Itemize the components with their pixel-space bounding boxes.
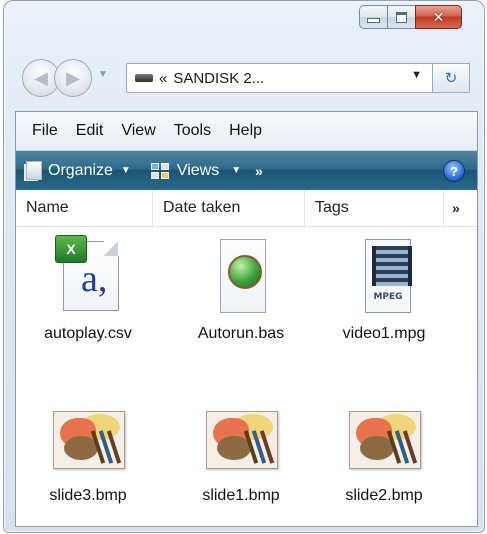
caption-buttons: ✕: [359, 5, 462, 29]
file-item[interactable]: slide1.bmp: [171, 397, 311, 505]
views-dropdown-icon: ▼: [231, 165, 242, 176]
mpeg-format-label: MPEG: [373, 292, 403, 302]
green-orb-icon: [228, 255, 262, 289]
organize-dropdown-icon: ▼: [120, 165, 131, 176]
navigation-bar: ◀ ▶ ▼ « SANDISK 2... ▼ ↻: [18, 55, 470, 99]
explorer-content: File Edit View Tools Help Organize ▼ Vie…: [15, 111, 478, 527]
csv-icon: X a,: [47, 235, 129, 317]
refresh-button[interactable]: ↻: [432, 63, 470, 93]
maximize-icon: [396, 11, 407, 23]
views-button[interactable]: Views ▼: [150, 161, 242, 180]
views-icon: [150, 162, 169, 179]
views-label: Views: [176, 161, 220, 179]
file-item[interactable]: slide2.bmp: [314, 397, 454, 505]
forward-button[interactable]: ▶: [54, 59, 92, 97]
maximize-button[interactable]: [387, 5, 415, 29]
column-header-tags[interactable]: Tags: [305, 190, 444, 226]
file-list: X a, autoplay.csv Autorun.bas MPEG video…: [16, 227, 477, 527]
mpeg-icon: MPEG: [343, 235, 425, 317]
breadcrumb-overflow-icon[interactable]: «: [159, 70, 167, 87]
forward-arrow-icon: ▶: [66, 67, 80, 88]
menu-tools[interactable]: Tools: [174, 122, 211, 140]
help-button[interactable]: ?: [443, 160, 465, 182]
file-item[interactable]: slide3.bmp: [18, 397, 158, 505]
bmp-icon: [47, 397, 129, 479]
page-fold: [104, 241, 118, 256]
menu-view[interactable]: View: [121, 122, 155, 140]
paint-image-icon: [206, 411, 278, 469]
file-name: slide1.bmp: [202, 487, 280, 504]
command-toolbar: Organize ▼ Views ▼ » ?: [16, 151, 477, 190]
address-dropdown-icon[interactable]: ▼: [411, 69, 422, 81]
file-item[interactable]: Autorun.bas: [171, 235, 311, 343]
menu-file[interactable]: File: [32, 122, 58, 140]
address-text: SANDISK 2...: [173, 69, 265, 87]
file-name: video1.mpg: [342, 325, 426, 342]
film-strip-icon: [372, 246, 412, 286]
history-buttons: ◀ ▶ ▼: [22, 55, 122, 99]
bas-icon: [200, 235, 282, 317]
file-item[interactable]: X a, autoplay.csv: [18, 235, 158, 343]
column-name-label: Name: [26, 199, 69, 216]
close-button[interactable]: ✕: [415, 5, 462, 29]
menu-edit[interactable]: Edit: [76, 122, 104, 140]
video-file-icon: MPEG: [365, 239, 412, 313]
column-header-date-taken[interactable]: Date taken: [153, 190, 305, 226]
column-header-name[interactable]: Name: [16, 190, 153, 226]
help-icon: ?: [450, 163, 458, 179]
explorer-window: ✕ ◀ ▶ ▼ « SANDISK 2... ▼ ↻ File Edit Vie…: [3, 0, 485, 533]
bmp-icon: [343, 397, 425, 479]
file-item[interactable]: MPEG video1.mpg: [314, 235, 454, 343]
menu-bar: File Edit View Tools Help: [16, 112, 477, 151]
minimize-icon: [367, 17, 380, 23]
organize-button[interactable]: Organize ▼: [26, 161, 131, 180]
column-overflow-button[interactable]: »: [444, 190, 460, 226]
text-glyph-icon: a,: [81, 258, 108, 300]
close-icon: ✕: [432, 8, 445, 25]
drive-icon: [135, 74, 153, 82]
organize-label: Organize: [48, 161, 113, 179]
refresh-icon: ↻: [444, 70, 458, 87]
file-name: Autorun.bas: [197, 325, 285, 342]
column-date-label: Date taken: [163, 199, 241, 216]
paint-image-icon: [349, 411, 421, 469]
column-overflow-icon: »: [452, 200, 460, 216]
column-tags-label: Tags: [315, 199, 349, 216]
organize-icon: [26, 161, 42, 180]
file-name: slide2.bmp: [345, 487, 423, 504]
column-headers: Name Date taken Tags »: [16, 190, 477, 227]
paint-image-icon: [53, 411, 125, 469]
minimize-button[interactable]: [359, 5, 387, 29]
toolbar-overflow-button[interactable]: »: [255, 163, 263, 179]
back-arrow-icon: ◀: [34, 67, 48, 88]
file-name: slide3.bmp: [49, 487, 127, 504]
file-name: autoplay.csv: [44, 325, 132, 342]
menu-help[interactable]: Help: [229, 122, 262, 140]
bmp-icon: [200, 397, 282, 479]
address-bar[interactable]: « SANDISK 2... ▼: [126, 63, 433, 93]
recent-pages-dropdown-icon[interactable]: ▼: [98, 69, 108, 80]
